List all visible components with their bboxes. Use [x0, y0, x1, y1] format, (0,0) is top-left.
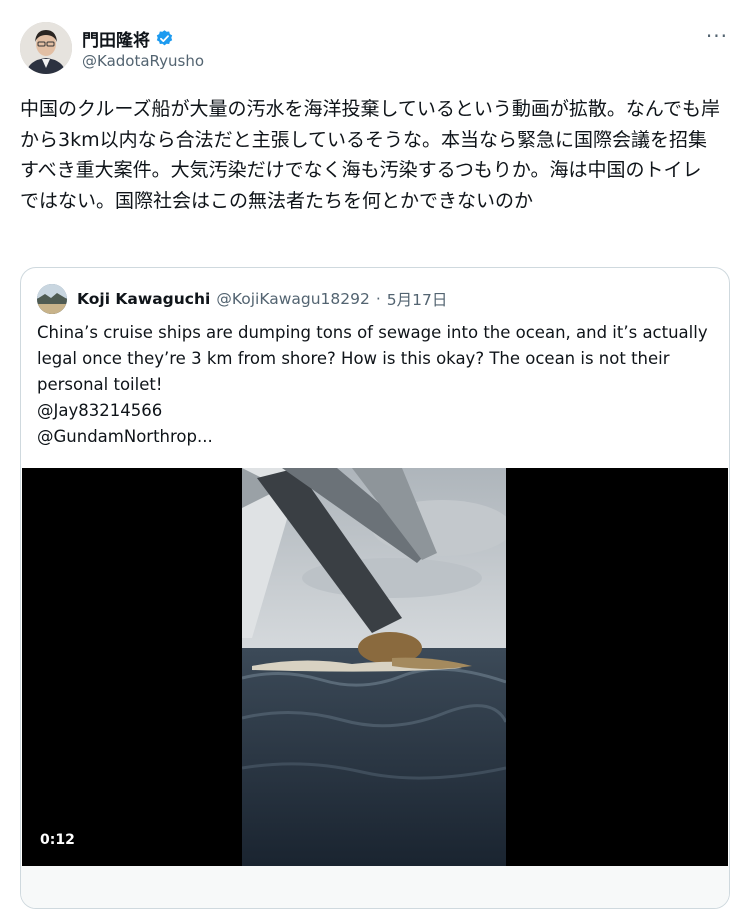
verified-badge-icon	[155, 29, 174, 48]
quoted-author-name[interactable]: Koji Kawaguchi	[77, 290, 210, 308]
author-avatar[interactable]	[20, 22, 72, 74]
video-duration: 0:12	[40, 832, 75, 848]
quote-footer	[21, 866, 729, 908]
mention-link[interactable]: @Jay83214566	[37, 398, 717, 424]
quoted-author-handle[interactable]: @KojiKawagu18292	[216, 290, 370, 308]
mention-link[interactable]: @GundamNorthrop...	[37, 424, 717, 450]
video-thumbnail	[242, 468, 506, 866]
tweet-header: 門田隆将 @KadotaRyusho ···	[20, 22, 730, 74]
author-name[interactable]: 門田隆将	[82, 26, 150, 51]
separator-dot: ·	[375, 290, 381, 308]
tweet-text: 中国のクルーズ船が大量の汚水を海洋投棄しているという動画が拡散。なんでも岸から3…	[20, 98, 720, 212]
quoted-text-line: legal once they’re 3 km from shore? How …	[37, 349, 670, 368]
author-handle[interactable]: @KadotaRyusho	[82, 52, 204, 70]
quoted-author-avatar[interactable]	[37, 284, 67, 314]
quoted-tweet-date[interactable]: 5月17日	[387, 288, 448, 310]
more-options-icon[interactable]: ···	[706, 24, 728, 48]
quoted-tweet-text: China’s cruise ships are dumping tons of…	[37, 320, 717, 450]
video-player[interactable]: 0:12	[22, 468, 728, 866]
quoted-text-line: personal toilet!	[37, 375, 163, 394]
quoted-tweet[interactable]: Koji Kawaguchi @KojiKawagu18292 · 5月17日 …	[20, 267, 730, 909]
quoted-text-line: China’s cruise ships are dumping tons of…	[37, 323, 708, 342]
